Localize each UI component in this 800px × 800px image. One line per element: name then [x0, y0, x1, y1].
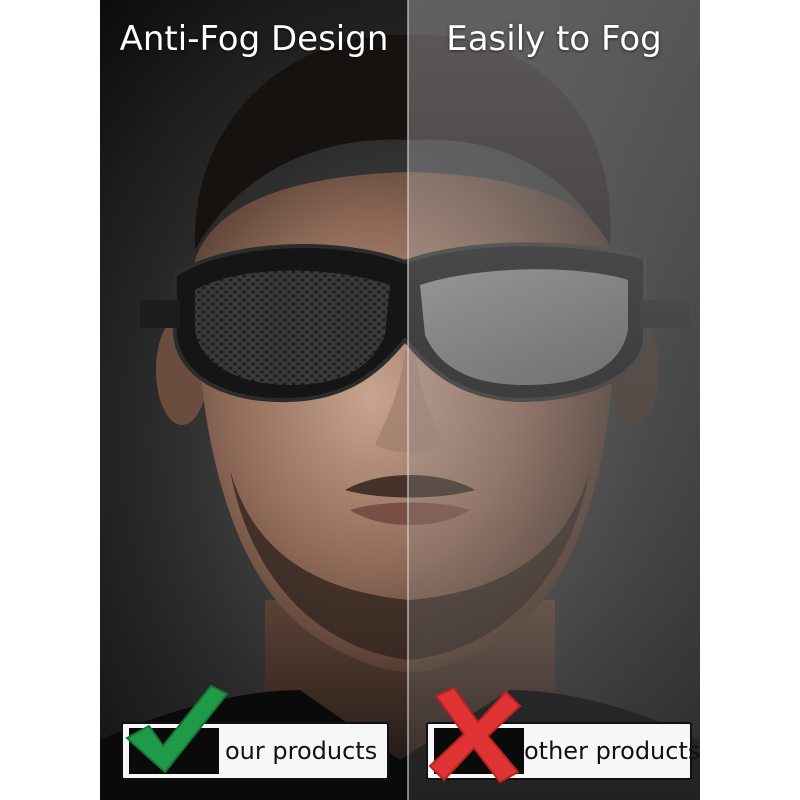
- our-products-badge: our products: [121, 684, 389, 780]
- split-divider: [407, 0, 409, 800]
- x-icon: [428, 686, 522, 784]
- anti-fog-heading: Anti-Fog Design: [119, 19, 389, 59]
- other-products-badge: other products: [426, 686, 700, 784]
- our-products-label: our products: [225, 737, 378, 765]
- fogged-side: [408, 0, 700, 800]
- check-icon: [125, 684, 229, 774]
- easily-fog-heading: Easily to Fog: [446, 19, 662, 59]
- face-illustration-fogged: [408, 0, 700, 800]
- other-products-label: other products: [524, 737, 701, 765]
